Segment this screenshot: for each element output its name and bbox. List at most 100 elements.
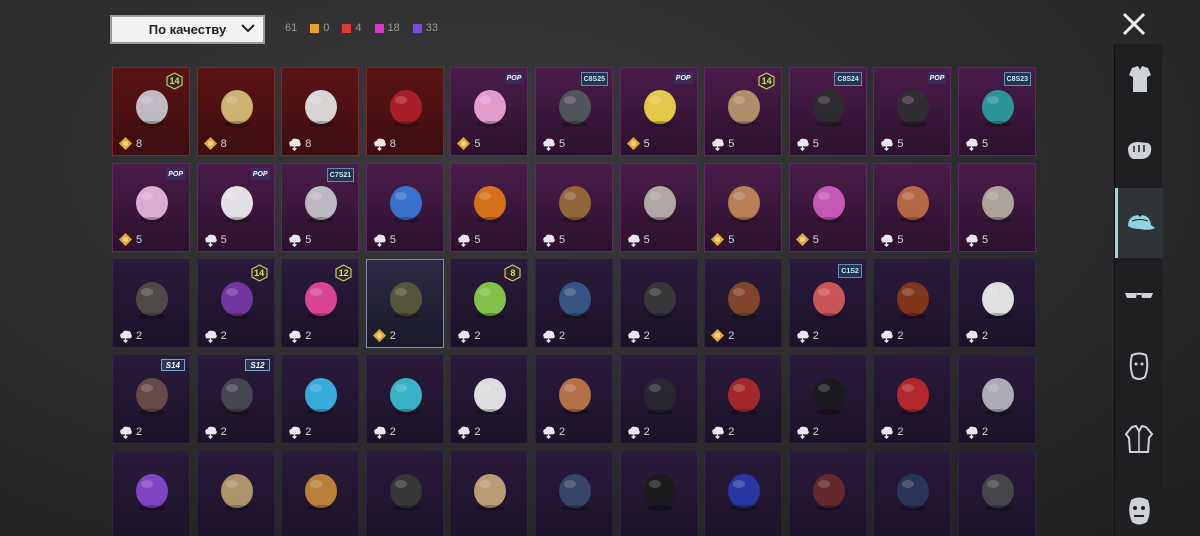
item-value: 2: [795, 328, 819, 343]
item-slot-navy-cap[interactable]: [535, 451, 613, 536]
silver-cloud-icon: [627, 330, 640, 343]
item-slot-straw-hat-pink[interactable]: 5: [704, 163, 783, 252]
item-value-number: 2: [559, 425, 566, 438]
red-beret-icon: [728, 378, 761, 415]
silver-cloud-icon: [458, 426, 471, 439]
item-slot-black-cap[interactable]: [619, 451, 698, 536]
item-slot-red-fedora[interactable]: 2: [873, 355, 952, 444]
item-slot-top-hat[interactable]: 2: [788, 355, 867, 444]
item-slot-purple-bow-hair[interactable]: 14 2: [196, 259, 275, 348]
item-slot-pilot-cap[interactable]: [958, 451, 1036, 536]
sidebar-item-clothing-set[interactable]: [1115, 44, 1163, 114]
item-slot-cat-ear-helmet[interactable]: 14 8: [112, 67, 190, 156]
item-slot-grey-braids[interactable]: 5: [619, 163, 698, 252]
sidebar-item-jacket[interactable]: [1115, 404, 1163, 474]
sidebar-item-hands[interactable]: [1115, 116, 1163, 186]
item-value: 2: [626, 328, 650, 343]
item-slot-aviator-helmet[interactable]: 2: [704, 259, 783, 348]
tribal-mask-icon: [897, 282, 930, 319]
item-slot-headlamp[interactable]: [365, 451, 444, 536]
item-slot-black-bob-hair[interactable]: C8S24 5: [788, 67, 867, 156]
item-slot-paper-bag[interactable]: [450, 451, 529, 536]
item-value: 5: [287, 232, 311, 247]
item-value: 8: [287, 136, 311, 151]
item-slot-red-helmet[interactable]: 8: [365, 67, 444, 156]
item-slot-bandana[interactable]: C1S2 2: [788, 259, 867, 348]
total-count: 61: [285, 22, 298, 34]
item-slot-antler-hat[interactable]: 5: [873, 163, 952, 252]
item-grid: 14 8 8 8 8 POP 5 C8S25 5 POP 5 14 5 C8S24 5 POP 5 C8S23 5 P…: [112, 67, 1036, 536]
item-slot-black-pigtails[interactable]: POP 5: [873, 67, 952, 156]
item-slot-brown-hat[interactable]: [788, 451, 867, 536]
item-slot-golden-hair[interactable]: 8: [196, 67, 275, 156]
item-slot-white-hat[interactable]: 8: [281, 67, 360, 156]
item-slot-masked-head[interactable]: 2: [112, 259, 190, 348]
item-slot-gas-mask[interactable]: 2: [619, 259, 698, 348]
silver-cloud-icon: [289, 426, 302, 439]
item-slot-pink-long-hair[interactable]: POP 5: [112, 163, 190, 252]
item-slot-dreadlocks[interactable]: 5: [958, 163, 1036, 252]
item-slot-knit-hat[interactable]: [196, 451, 275, 536]
item-slot-burger-hat[interactable]: [281, 451, 360, 536]
item-slot-red-beret[interactable]: 2: [704, 355, 783, 444]
item-value-number: 2: [305, 329, 312, 342]
straw-hat-pink-icon: [728, 186, 761, 223]
item-slot-blonde-curly-hair[interactable]: 14 5: [704, 67, 783, 156]
item-slot-blue-bunny-band[interactable]: 2: [281, 355, 360, 444]
teal-hair-icon: [389, 378, 422, 415]
item-slot-panda-head[interactable]: POP 5: [196, 163, 275, 252]
item-slot-black-balaclava[interactable]: 2: [619, 355, 698, 444]
item-value-number: 5: [559, 233, 566, 246]
sidebar-item-headwear[interactable]: [1115, 188, 1163, 258]
item-slot-officer-cap[interactable]: 2: [365, 259, 444, 348]
item-slot-tribal-mask[interactable]: 2: [873, 259, 952, 348]
item-value-number: 2: [897, 329, 904, 342]
item-slot-white-visor[interactable]: 2: [450, 355, 529, 444]
item-value: 2: [795, 424, 819, 439]
sort-dropdown[interactable]: По качеству: [110, 15, 265, 44]
sidebar-item-eyewear[interactable]: [1115, 260, 1163, 330]
item-slot-teal-hair[interactable]: 2: [365, 355, 444, 444]
item-slot-blue-cap[interactable]: 2: [535, 259, 613, 348]
paper-bag-icon: [474, 474, 507, 511]
item-slot-pink-visor-helmet[interactable]: 5: [788, 163, 867, 252]
item-value-number: 8: [389, 137, 396, 150]
item-slot-tactical-helmet[interactable]: S12 2: [196, 355, 275, 444]
item-value-number: 5: [474, 233, 481, 246]
item-slot-knight-helmet[interactable]: S14 2: [112, 355, 190, 444]
item-slot-yellow-box-head[interactable]: POP 5: [619, 67, 698, 156]
item-slot-rice-hat[interactable]: 2: [535, 355, 613, 444]
item-value-number: 2: [220, 329, 227, 342]
item-slot-shark-hat[interactable]: 2: [958, 355, 1036, 444]
item-slot-blue-cap-2[interactable]: [704, 451, 783, 536]
item-slot-blue-dragon[interactable]: 5: [365, 163, 444, 252]
sidebar-item-face[interactable]: [1115, 332, 1163, 402]
item-slot-bunny-ears[interactable]: 12 2: [281, 259, 360, 348]
item-slot-pink-bow-band[interactable]: POP 5: [450, 67, 529, 156]
item-slot-cake-hat[interactable]: 2: [958, 259, 1036, 348]
item-slot-dark-hair[interactable]: C8S25 5: [535, 67, 613, 156]
item-slot-flower-crown[interactable]: [112, 451, 190, 536]
pink-visor-helmet-icon: [812, 186, 845, 223]
item-slot-pumpkin-head[interactable]: 5: [450, 163, 529, 252]
black-pigtails-icon: [897, 90, 930, 127]
season-badge: S12: [245, 359, 270, 371]
item-value: 5: [964, 232, 988, 247]
item-slot-teal-headphones[interactable]: C8S23 5: [958, 67, 1036, 156]
golden-hair-icon: [220, 90, 253, 127]
bandana-icon: [812, 282, 845, 319]
item-value: 2: [541, 424, 565, 439]
rarity-count-value: 0: [323, 22, 330, 34]
pumpkin-head-icon: [474, 186, 507, 223]
sidebar-item-face-emote[interactable]: [1115, 476, 1163, 536]
sort-dropdown-label: По качеству: [148, 22, 227, 37]
item-slot-bucket-hat[interactable]: [873, 451, 952, 536]
close-icon[interactable]: [1120, 10, 1148, 38]
pilot-cap-icon: [982, 474, 1014, 511]
glasses-icon: [1125, 293, 1153, 298]
dreadlocks-icon: [982, 186, 1014, 223]
item-slot-green-skull-hood[interactable]: 82: [450, 259, 529, 348]
item-slot-silver-hair[interactable]: C7S21 5: [281, 163, 360, 252]
item-slot-brown-long-hair[interactable]: 5: [535, 163, 613, 252]
silver-cloud-icon: [373, 234, 386, 247]
